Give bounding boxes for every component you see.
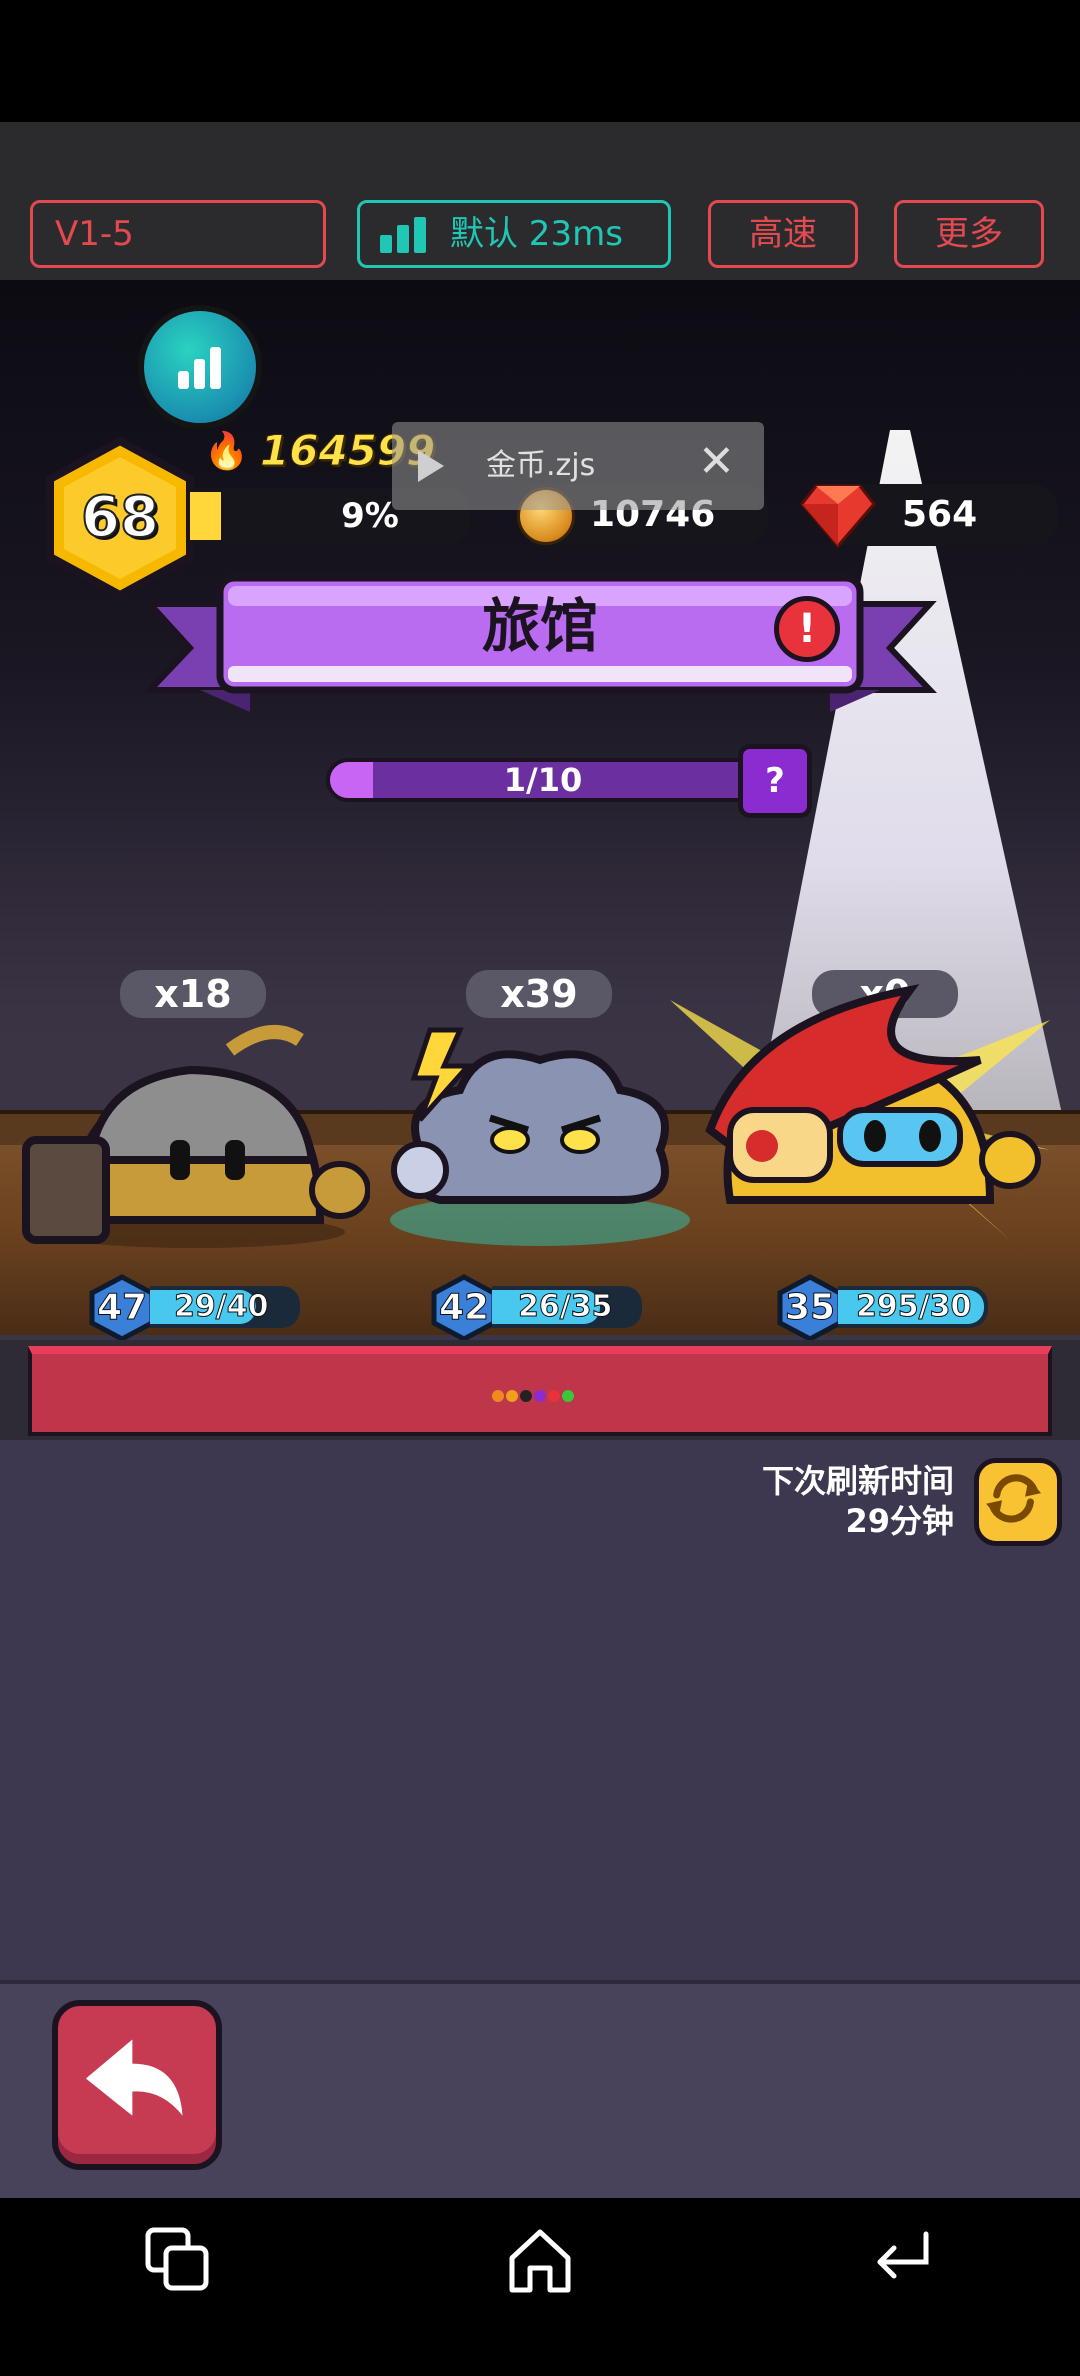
nav-back-icon[interactable]	[862, 2220, 942, 2300]
more-button[interactable]: 更多	[894, 200, 1044, 268]
status-bar	[0, 0, 1080, 122]
helmet-slime-unit[interactable]	[20, 1010, 370, 1250]
xp-bar-fill	[190, 492, 221, 540]
play-icon[interactable]	[418, 450, 444, 482]
page-indicator	[492, 1390, 574, 1402]
ping-label: 默认 23ms	[450, 214, 623, 254]
unit-level: 35	[784, 1287, 836, 1329]
recents-icon[interactable]	[138, 2220, 218, 2300]
signal-bars-icon	[380, 217, 430, 253]
bar-chart-icon	[178, 345, 222, 389]
unit-count: x39	[466, 970, 612, 1018]
exclamation-icon[interactable]: !	[774, 596, 840, 662]
unit-hp: 26/35	[517, 1289, 613, 1325]
home-icon[interactable]	[500, 2220, 580, 2300]
toast-script-name: 金币.zjs	[486, 448, 596, 483]
back-button[interactable]	[52, 2000, 222, 2170]
refresh-label: 下次刷新时间	[761, 1462, 954, 1500]
stage-progress-label: 1/10	[503, 761, 583, 799]
refresh-button[interactable]	[974, 1458, 1062, 1546]
close-icon[interactable]: ✕	[698, 438, 735, 486]
speed-button[interactable]: 高速	[708, 200, 858, 268]
location-title: 旅馆	[481, 592, 598, 660]
unit-level: 42	[438, 1287, 490, 1329]
help-button[interactable]: ?	[738, 744, 812, 818]
unit-hp: 295/30	[855, 1289, 972, 1325]
back-arrow-icon	[85, 2039, 183, 2116]
refresh-icon	[986, 1474, 1042, 1523]
unit-hp: 29/40	[173, 1289, 269, 1325]
game-canvas: 68 🔥 164599 9% 10746 564 金币.zjs ✕ 旅馆 ! 1…	[0, 280, 1080, 2198]
refresh-time: 29分钟	[845, 1502, 954, 1540]
unit-level: 47	[96, 1287, 148, 1329]
fire-icon: 🔥	[204, 431, 249, 472]
gem-icon	[800, 484, 876, 548]
stats-button[interactable]	[138, 305, 262, 429]
gem-amount: 564	[902, 494, 978, 535]
version-button[interactable]: V1-5	[30, 200, 326, 268]
hero-slime-unit[interactable]	[650, 960, 1050, 1250]
ping-button[interactable]: 默认 23ms	[357, 200, 671, 268]
